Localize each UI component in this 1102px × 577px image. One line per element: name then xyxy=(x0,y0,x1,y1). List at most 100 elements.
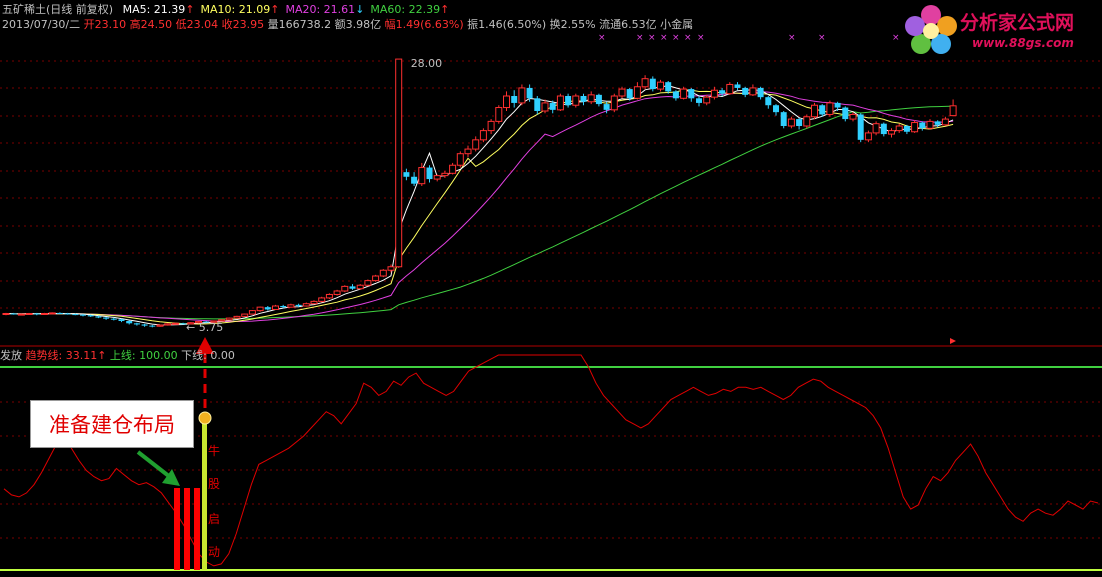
candle-body-down xyxy=(734,84,741,88)
candle-body-down xyxy=(580,96,587,102)
candle-body-down xyxy=(411,176,418,184)
candle-body-down xyxy=(80,314,86,316)
ma-arrow-4: ↑ xyxy=(440,3,450,16)
candle-body-up xyxy=(171,322,179,325)
trend-arrow: ↑ xyxy=(97,349,107,362)
candle-body-up xyxy=(572,95,580,106)
candle-body-up xyxy=(372,275,380,282)
trend-label: 趋势线: 33.11 xyxy=(25,349,98,362)
candle-body-up xyxy=(926,120,934,129)
candle-body-up xyxy=(325,293,333,299)
candle-body-down xyxy=(95,316,102,318)
ma-arrow-3: ↓ xyxy=(355,3,365,16)
build-position-bar xyxy=(184,488,190,570)
candle-body-down xyxy=(110,318,117,320)
candle-body-down xyxy=(10,313,17,315)
candle-body-down xyxy=(672,91,679,99)
candle-body-up xyxy=(487,120,495,132)
candle-body-up xyxy=(749,87,757,96)
quote-close: 收23.95 xyxy=(221,18,265,31)
candlestick-chart[interactable]: 28.00 ← 5.75 × × × × × × × × × × xyxy=(0,0,1102,577)
candle-body-up xyxy=(48,312,56,315)
candle-body-up xyxy=(17,313,25,316)
candle-body-up xyxy=(156,324,164,327)
candle-body-down xyxy=(649,78,656,90)
stock-name: 五矿稀土(日线 前复权) xyxy=(2,3,114,16)
candle-body-down xyxy=(426,167,433,180)
candle-body-down xyxy=(64,313,71,315)
candle-body-up xyxy=(518,87,526,104)
ma-arrow-1: ↑ xyxy=(185,3,195,16)
signal-char-4: 动 xyxy=(208,545,221,559)
build-position-bar xyxy=(194,488,200,570)
quote-open: 开23.10 xyxy=(83,18,127,31)
candle-body-down xyxy=(665,82,672,92)
candle-body-up xyxy=(464,148,472,155)
ma-label-3: MA20: 21.61 xyxy=(285,3,356,16)
candle-body-up xyxy=(418,167,426,185)
candle-body-up xyxy=(641,78,649,88)
candle-body-up xyxy=(272,305,279,310)
quote-date: 2013/07/30/二 xyxy=(2,18,81,31)
candle-body-down xyxy=(842,107,849,120)
signal-x-mark: × xyxy=(598,33,606,43)
candle-body-down xyxy=(56,312,63,314)
signal-char-3: 启 xyxy=(208,512,221,526)
candle-body-up xyxy=(911,122,919,133)
candle-body-up xyxy=(302,303,310,307)
candle-body-up xyxy=(25,313,33,315)
logo-name: 分析家公式网 xyxy=(960,12,1075,34)
candle-body-down xyxy=(742,87,749,95)
ma-arrow-2: ↑ xyxy=(270,3,280,16)
signal-char-2: 股 xyxy=(208,477,221,491)
quote-high: 高24.50 xyxy=(129,18,173,31)
ma-label-4: MA60: 22.39 xyxy=(370,3,441,16)
launch-marker-icon xyxy=(198,411,212,425)
candle-body-up xyxy=(310,300,318,305)
ma5-line xyxy=(5,85,954,326)
candle-body-up xyxy=(449,164,457,174)
candle-body-up xyxy=(618,88,626,97)
candle-body-down xyxy=(511,96,518,103)
candle-body-up xyxy=(811,104,818,118)
quote-volume: 量166738.2 xyxy=(267,18,332,31)
candle-body-up xyxy=(803,116,811,127)
signal-char-1: 牛 xyxy=(208,444,221,458)
quote-amount: 额3.98亿 xyxy=(334,18,382,31)
candle-body-up xyxy=(657,81,664,90)
lower-label: 下线: 0.00 xyxy=(181,349,235,362)
site-logo: 分析家公式网 www.88gs.com xyxy=(902,2,1102,58)
candle-body-up xyxy=(633,86,641,99)
upper-label: 上线: 100.00 xyxy=(109,349,178,362)
candle-body-down xyxy=(796,119,803,126)
candle-body-down xyxy=(403,172,410,177)
signal-x-mark: × xyxy=(660,33,668,43)
candle-body-down xyxy=(280,306,287,308)
callout-box: 准备建仓布局 xyxy=(30,400,194,448)
candle-body-up xyxy=(895,125,903,132)
candle-body-up xyxy=(41,313,48,315)
signal-x-mark: × xyxy=(684,33,692,43)
ma-label-1: MA5: 21.39 xyxy=(122,3,186,16)
signal-x-mark: × xyxy=(892,33,900,43)
callout-arrow-line xyxy=(136,450,172,479)
candle-body-down xyxy=(526,87,533,99)
candle-body-up xyxy=(849,113,857,120)
candle-body-down xyxy=(87,315,94,317)
candle-body-up xyxy=(364,280,372,286)
candle-body-up xyxy=(587,94,595,103)
signal-x-mark: × xyxy=(648,33,656,43)
header-row-1: 五矿稀土(日线 前复权) MA5: 21.39↑ MA10: 21.09↑ MA20… xyxy=(2,1,449,17)
chart-stage: 28.00 ← 5.75 × × × × × × × × × × 五矿稀土(日线 前复权) MA5: … xyxy=(0,0,1102,577)
candle-body-up xyxy=(872,123,880,134)
candle-body-up xyxy=(710,89,718,98)
candle-body-down xyxy=(757,87,764,98)
candle-body-up xyxy=(241,313,249,317)
indicator-header: 发放 趋势线: 33.11↑ 上线: 100.00 下线: 0.00 xyxy=(0,347,235,363)
candle-body-down xyxy=(141,324,148,326)
ma10-line xyxy=(5,89,954,325)
candle-body-down xyxy=(834,102,841,108)
candle-body-up xyxy=(479,130,487,141)
candle-body-down xyxy=(149,325,156,327)
quote-sector: 小金属 xyxy=(660,18,694,31)
